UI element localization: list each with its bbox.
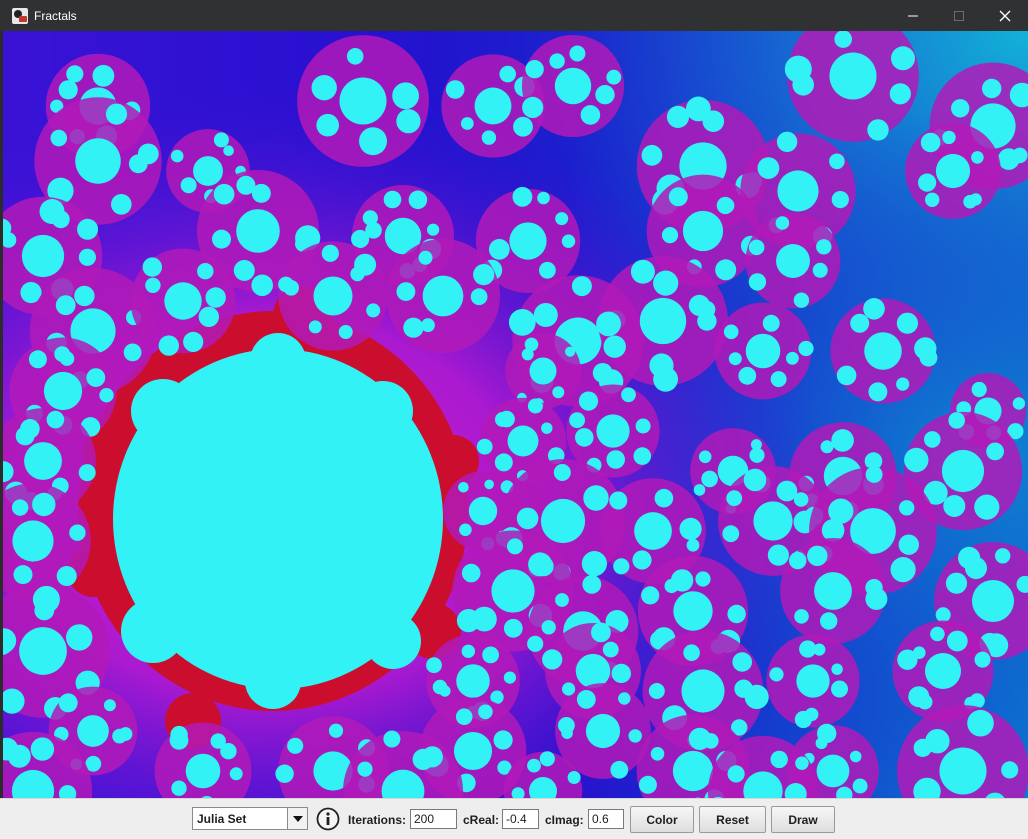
satellite-cluster <box>766 634 860 729</box>
iterations-field[interactable]: 200 <box>410 809 457 829</box>
fractal-canvas[interactable] <box>3 31 1028 798</box>
fractal-type-select[interactable]: Julia Set <box>192 807 308 830</box>
satellite-cluster <box>905 123 1001 219</box>
title-bar: Fractals <box>0 0 1028 31</box>
satellite-cluster <box>297 35 429 167</box>
creal-field[interactable]: -0.4 <box>502 809 539 829</box>
fractal-image <box>3 31 1028 798</box>
info-icon <box>316 807 340 831</box>
iterations-label: Iterations: <box>348 813 407 827</box>
fractal-type-value: Julia Set <box>197 811 247 826</box>
chevron-down-icon <box>292 815 303 822</box>
satellite-cluster <box>521 34 625 138</box>
close-icon <box>999 10 1011 21</box>
cimag-field[interactable]: 0.6 <box>588 809 624 829</box>
color-button[interactable]: Color <box>630 806 694 833</box>
window-title: Fractals <box>34 8 77 23</box>
info-button[interactable] <box>316 807 340 835</box>
creal-label: cReal: <box>463 813 500 827</box>
satellite-cluster <box>892 620 994 722</box>
reset-button[interactable]: Reset <box>699 806 766 833</box>
minimize-button[interactable] <box>890 0 936 31</box>
central-set <box>113 333 443 709</box>
satellite-cluster <box>505 333 581 409</box>
dropdown-arrow[interactable] <box>287 808 307 829</box>
window-controls <box>890 0 1028 31</box>
draw-button[interactable]: Draw <box>771 806 835 833</box>
app-logo-icon <box>12 7 28 24</box>
satellite-cluster <box>745 213 841 309</box>
maximize-button[interactable] <box>936 0 982 31</box>
satellite-cluster <box>385 238 501 354</box>
close-button[interactable] <box>982 0 1028 31</box>
maximize-icon <box>954 10 964 21</box>
satellite-cluster <box>278 241 388 351</box>
minimize-icon <box>908 15 918 16</box>
cimag-label: cImag: <box>545 813 584 827</box>
